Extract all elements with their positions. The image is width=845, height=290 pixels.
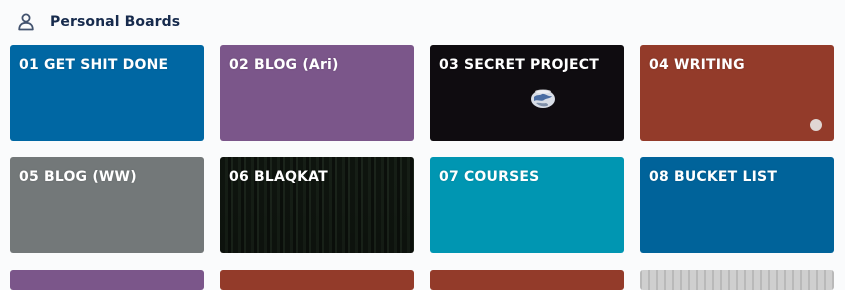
board-title: 02 BLOG (Ari) (229, 57, 339, 73)
board-title: 04 WRITING (649, 57, 745, 73)
board-tile[interactable]: 04 WRITING (640, 45, 834, 141)
boards-grid-next-row (10, 270, 836, 290)
board-tile[interactable]: 02 BLOG (Ari) (220, 45, 414, 141)
board-title: 03 SECRET PROJECT (439, 57, 599, 73)
board-tile[interactable]: 07 COURSES (430, 157, 624, 253)
board-tile-partial[interactable] (640, 270, 834, 290)
board-tile[interactable]: 03 SECRET PROJECT (430, 45, 624, 141)
board-tile[interactable]: 06 BLAQKAT (220, 157, 414, 253)
board-tile[interactable]: 05 BLOG (WW) (10, 157, 204, 253)
earth-image (531, 89, 555, 108)
status-dot (810, 119, 822, 131)
board-title: 07 COURSES (439, 169, 540, 185)
board-title: 05 BLOG (WW) (19, 169, 137, 185)
person-icon (14, 10, 38, 34)
board-title: 08 BUCKET LIST (649, 169, 778, 185)
board-tile-partial[interactable] (10, 270, 204, 290)
section-title: Personal Boards (50, 14, 181, 30)
board-tile[interactable]: 08 BUCKET LIST (640, 157, 834, 253)
board-tile-partial[interactable] (220, 270, 414, 290)
board-title: 06 BLAQKAT (229, 169, 328, 185)
boards-grid: 01 GET SHIT DONE 02 BLOG (Ari) 03 SECRET… (10, 45, 836, 253)
board-tile-partial[interactable] (430, 270, 624, 290)
section-header: Personal Boards (14, 10, 180, 34)
board-title: 01 GET SHIT DONE (19, 57, 169, 73)
board-tile[interactable]: 01 GET SHIT DONE (10, 45, 204, 141)
